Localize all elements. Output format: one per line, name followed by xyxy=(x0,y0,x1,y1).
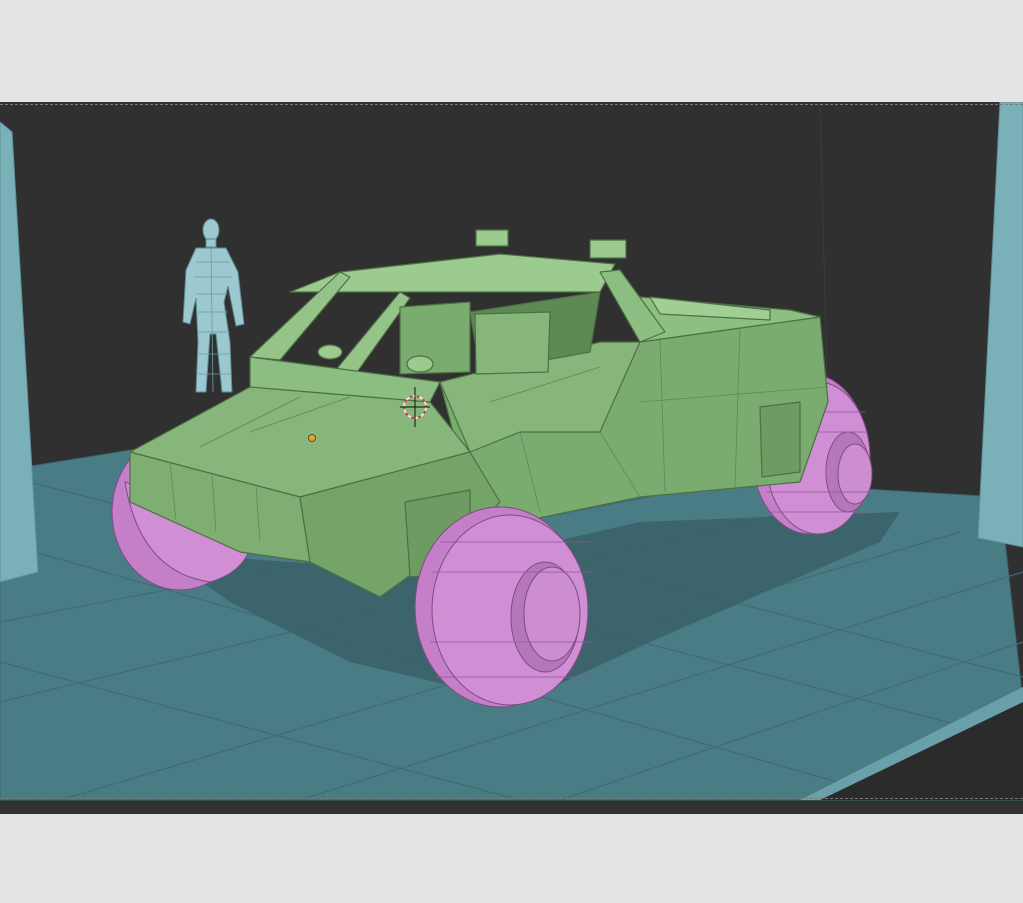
viewport-frame-top xyxy=(0,104,1023,105)
viewport-scene xyxy=(0,102,1023,814)
origin-point-icon xyxy=(308,434,316,442)
screenshot-page xyxy=(0,0,1023,903)
3d-viewport[interactable] xyxy=(0,102,1023,814)
viewport-frame-bottom xyxy=(0,798,1023,799)
